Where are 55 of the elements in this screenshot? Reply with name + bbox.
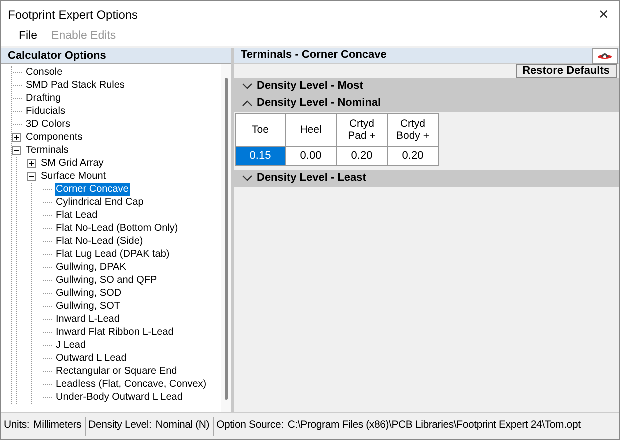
tree-item[interactable]: Gullwing, SOT xyxy=(55,300,122,313)
tree-item[interactable]: Flat No-Lead (Side) xyxy=(55,235,144,248)
chevron-up-icon[interactable] xyxy=(242,100,253,107)
tree-item[interactable]: Flat Lug Lead (DPAK tab) xyxy=(55,248,171,261)
tree-item[interactable]: Inward L-Lead xyxy=(55,313,121,326)
tree-item[interactable]: Terminals xyxy=(25,144,70,157)
chevron-down-icon[interactable] xyxy=(242,175,253,182)
tree-item[interactable]: Rectangular or Square End xyxy=(55,365,178,378)
expand-icon[interactable] xyxy=(27,159,36,168)
tree-item[interactable]: Gullwing, SOD xyxy=(55,287,123,300)
tree-item[interactable]: Fiducials xyxy=(25,105,66,118)
tree-item[interactable]: SM Grid Array xyxy=(40,157,105,170)
tree-item[interactable]: Surface Mount xyxy=(40,170,108,183)
tree-item[interactable]: Gullwing, DPAK xyxy=(55,261,128,274)
table-cell[interactable]: 0.20 xyxy=(337,147,388,166)
tree-item[interactable]: Cylindrical End Cap xyxy=(55,196,145,209)
collapse-icon[interactable] xyxy=(27,172,36,181)
menu-item[interactable]: File xyxy=(19,28,38,46)
tree-item[interactable]: Leadless (Flat, Concave, Convex) xyxy=(55,378,208,391)
scrollbar[interactable] xyxy=(221,64,231,412)
tree-item[interactable]: J Lead xyxy=(55,339,88,352)
section-header[interactable]: Density Level - Least xyxy=(257,170,366,187)
tree-item[interactable]: Flat Lead xyxy=(55,209,99,222)
tree-item[interactable]: Drafting xyxy=(25,92,62,105)
section-header[interactable]: Density Level - Nominal xyxy=(257,95,382,112)
collapse-icon[interactable] xyxy=(12,146,21,155)
tree-item[interactable]: Flat No-Lead (Bottom Only) xyxy=(55,222,180,235)
icon-button[interactable] xyxy=(592,48,618,64)
tree-item[interactable]: SMD Pad Stack Rules xyxy=(25,79,126,92)
restore-defaults-button[interactable]: Restore Defaults xyxy=(516,64,617,78)
scrollbar-thumb[interactable] xyxy=(224,78,228,400)
close-button[interactable]: ✕ xyxy=(589,1,619,28)
table-cell[interactable]: 0.00 xyxy=(286,147,337,166)
tree-item[interactable]: Gullwing, SO and QFP xyxy=(55,274,158,287)
window-title: Footprint Expert Options xyxy=(7,6,140,24)
status-label: Units: xyxy=(4,418,30,434)
chevron-down-icon[interactable] xyxy=(242,83,253,90)
status-label: Option Source: xyxy=(216,418,284,434)
section-header[interactable]: Density Level - Most xyxy=(257,78,364,95)
tree-item[interactable]: 3D Colors xyxy=(25,118,72,131)
tree-item[interactable]: Components xyxy=(25,131,84,144)
tree-item[interactable]: Inward Flat Ribbon L-Lead xyxy=(55,326,175,339)
tree-item[interactable]: Under-Body Outward L Lead xyxy=(55,391,184,404)
status-value: C:\Program Files (x86)\PCB Libraries\Footprint Expert 24\Tom.opt xyxy=(288,418,581,434)
status-value: Millimeters xyxy=(34,418,82,434)
table-cell[interactable]: 0.20 xyxy=(388,147,439,166)
panel-title: Terminals - Corner Concave xyxy=(240,48,388,64)
tree-item[interactable]: Corner Concave xyxy=(55,183,130,196)
table-cell[interactable]: 0.15 xyxy=(236,147,286,166)
sidebar-title: Calculator Options xyxy=(1,48,231,64)
status-label: Density Level: xyxy=(88,418,152,434)
tree-item[interactable]: Console xyxy=(25,66,64,79)
tree-item[interactable]: Outward L Lead xyxy=(55,352,128,365)
status-value: Nominal (N) xyxy=(156,418,210,434)
expand-icon[interactable] xyxy=(12,133,21,142)
